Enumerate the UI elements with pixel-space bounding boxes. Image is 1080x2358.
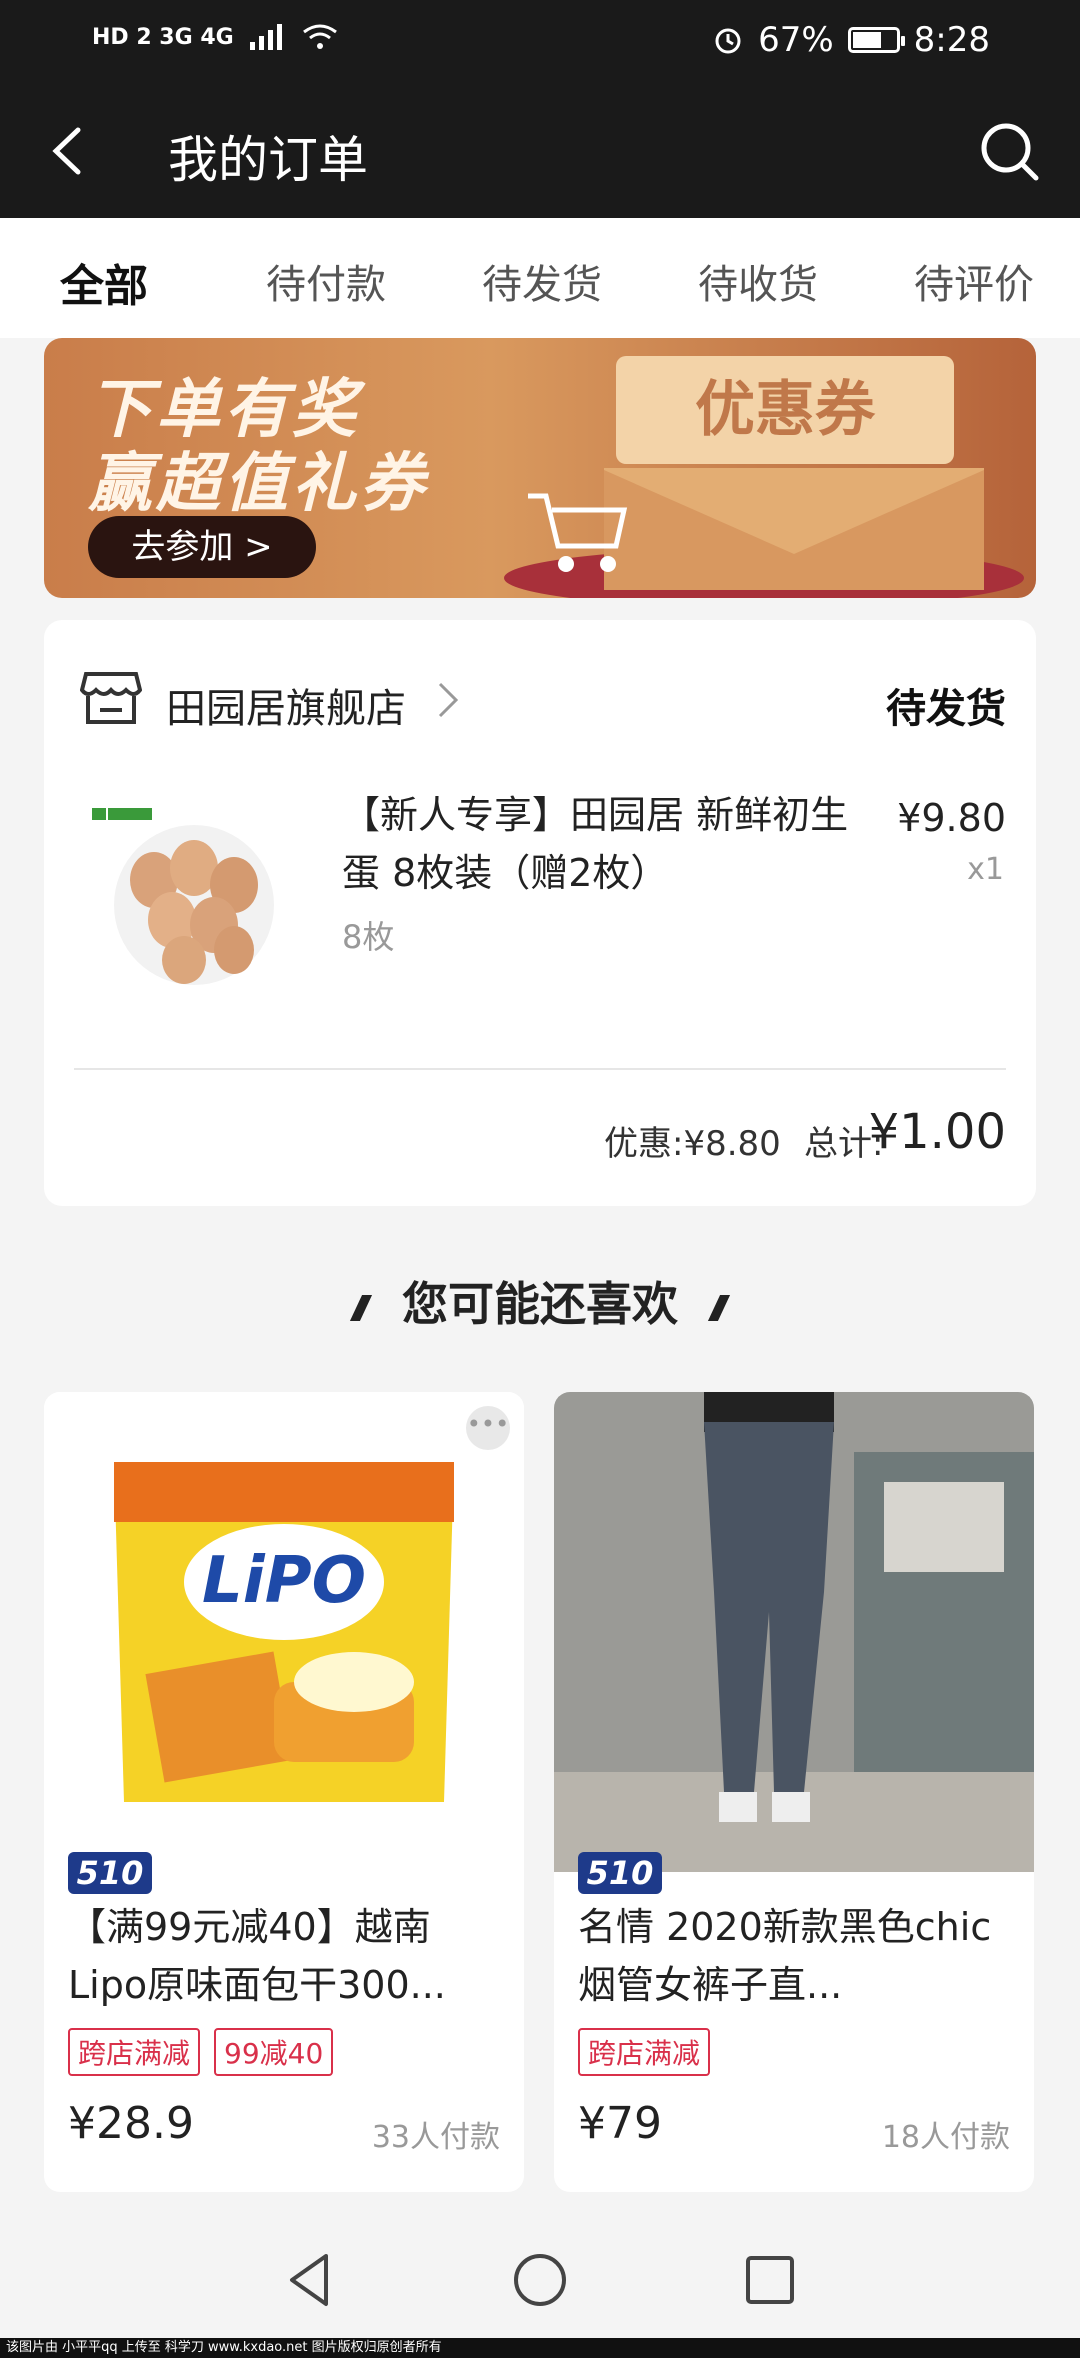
- nav-home-icon[interactable]: [510, 2250, 570, 2310]
- product-name[interactable]: 名情 2020新款黑色chic烟管女裤子直...: [578, 1898, 1018, 2014]
- tag-cross-store: 跨店满减: [68, 2028, 201, 2076]
- promo-badge: 510: [68, 1852, 152, 1894]
- product-tags: 跨店满减 99减40: [68, 2028, 334, 2076]
- lipo-product-image[interactable]: LiPO: [44, 1392, 524, 1872]
- total-value: ¥1.00: [868, 1104, 1006, 1160]
- system-nav-bar: [0, 2220, 1080, 2338]
- tab-pending-receipt[interactable]: 待收货: [698, 252, 818, 310]
- join-button[interactable]: 去参加 >: [88, 516, 316, 578]
- product-tags: 跨店满减: [578, 2028, 711, 2076]
- svg-text:LiPO: LiPO: [202, 1544, 366, 1618]
- clock: 8:28: [913, 20, 990, 60]
- order-card[interactable]: 田园居旗舰店 待发货 【新人专享】田园居 新鲜初生蛋 8枚装（赠2枚） 8枚 ¥…: [44, 620, 1036, 1206]
- alarm-icon: [715, 28, 741, 54]
- promo-badge: 510: [578, 1852, 662, 1894]
- more-options-icon[interactable]: •••: [466, 1406, 510, 1450]
- battery-percent: 67%: [758, 20, 834, 60]
- recommend-heading: 您可能还喜欢: [0, 1268, 1080, 1334]
- recommend-title: 您可能还喜欢: [402, 1277, 678, 1331]
- tab-pending-review[interactable]: 待评价: [914, 252, 1034, 310]
- order-status: 待发货: [886, 686, 1006, 732]
- product-name[interactable]: 【满99元减40】越南Lipo原味面包干300...: [68, 1898, 508, 2014]
- jeans-product-image[interactable]: [554, 1392, 1034, 1872]
- watermark-credit: 该图片由 小平平qq 上传至 科学刀 www.kxdao.net 图片版权归原创…: [0, 2338, 1080, 2358]
- store-icon: [80, 672, 142, 724]
- tab-all[interactable]: 全部: [60, 250, 148, 314]
- product-price: ¥79: [578, 2098, 662, 2149]
- nav-recents-icon[interactable]: [740, 2250, 800, 2310]
- discount-amount: 优惠:¥8.80: [604, 1124, 781, 1164]
- decor-tick-left: [349, 1294, 373, 1321]
- signal-icon: [249, 24, 282, 50]
- order-tabs: 全部 待付款 待发货 待收货 待评价: [0, 218, 1080, 338]
- chevron-right-icon[interactable]: [436, 680, 460, 720]
- product-spec: 8枚: [342, 918, 395, 956]
- product-price: ¥9.80: [897, 796, 1006, 840]
- network-label: HD 2 3G 4G: [92, 24, 234, 50]
- tag-cross-store: 跨店满减: [578, 2028, 711, 2076]
- network-indicators: HD 2 3G 4G: [92, 22, 338, 52]
- product-title[interactable]: 【新人专享】田园居 新鲜初生蛋 8枚装（赠2枚）: [342, 786, 882, 902]
- decor-tick-right: [707, 1294, 731, 1321]
- sold-count: 33人付款: [371, 2120, 500, 2155]
- shop-name[interactable]: 田园居旗舰店: [166, 676, 406, 734]
- product-price: ¥28.9: [68, 2098, 194, 2149]
- promo-banner[interactable]: 下单有奖 赢超值礼券 去参加 > 优惠券: [44, 338, 1036, 598]
- tag-99-minus-40: 99减40: [214, 2028, 334, 2076]
- status-bar: HD 2 3G 4G 67% 8:28: [0, 0, 1080, 84]
- back-arrow-icon[interactable]: [48, 126, 88, 176]
- recommend-card-1[interactable]: LiPO ••• 510 【满99元减40】越南Lipo原味面包干300... …: [44, 1392, 524, 2192]
- battery-icon: [847, 27, 905, 53]
- recommend-card-2[interactable]: 510 名情 2020新款黑色chic烟管女裤子直... 跨店满减 ¥79 18…: [554, 1392, 1034, 2192]
- app-header: 我的订单: [0, 84, 1080, 218]
- shopping-cart-icon: [528, 493, 628, 572]
- search-icon[interactable]: [978, 120, 1040, 182]
- banner-headline-2: 赢超值礼券: [88, 447, 428, 521]
- sold-count: 18人付款: [881, 2120, 1010, 2155]
- page-title: 我的订单: [168, 131, 368, 189]
- coupon-label: 优惠券: [616, 356, 954, 464]
- egg-product-image[interactable]: [84, 790, 284, 990]
- product-quantity: x1: [967, 852, 1004, 887]
- nav-back-icon[interactable]: [280, 2250, 340, 2310]
- wifi-icon: [302, 24, 337, 49]
- divider: [74, 1068, 1006, 1070]
- status-right: 67% 8:28: [712, 20, 990, 60]
- tab-pending-shipment[interactable]: 待发货: [482, 252, 602, 310]
- tab-pending-payment[interactable]: 待付款: [266, 252, 386, 310]
